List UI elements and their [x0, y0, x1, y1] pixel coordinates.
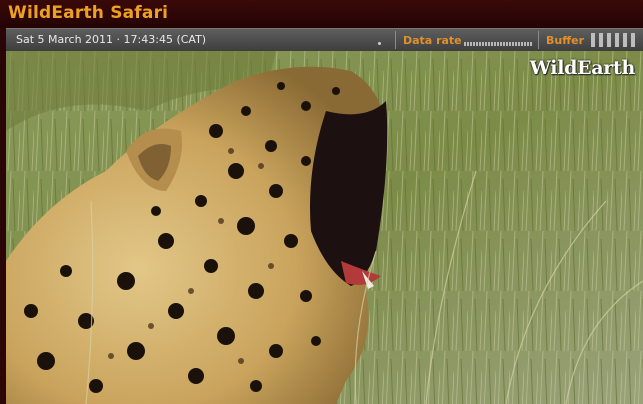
buffer-bar — [623, 33, 627, 47]
status-bar: Sat 5 March 2011 · 17:43:45 (CAT) Data r… — [6, 28, 643, 51]
buffer-bar — [607, 33, 611, 47]
buffer-meter — [591, 33, 635, 47]
title-bar: WildEarth Safari — [0, 0, 643, 28]
buffer-bar — [615, 33, 619, 47]
divider — [538, 31, 539, 49]
divider — [395, 31, 396, 49]
video-player[interactable]: WildEarth — [6, 51, 643, 404]
wildearth-logo: WildEarth — [529, 57, 636, 79]
data-rate-meter — [464, 42, 532, 46]
buffer-label: Buffer — [546, 34, 585, 47]
app-title: WildEarth Safari — [8, 3, 169, 23]
connection-indicator-icon — [378, 42, 381, 45]
video-frame — [6, 51, 643, 404]
data-rate-label: Data rate — [403, 34, 462, 47]
buffer-bar — [599, 33, 603, 47]
stream-timestamp: Sat 5 March 2011 · 17:43:45 (CAT) — [16, 33, 207, 46]
buffer-bar — [591, 33, 595, 47]
buffer-bar — [631, 33, 635, 47]
